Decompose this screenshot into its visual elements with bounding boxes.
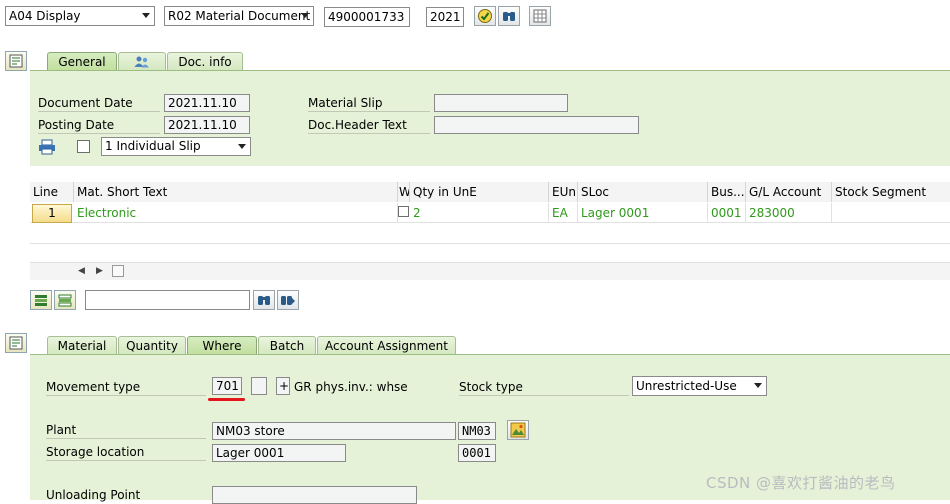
plant-label: Plant: [46, 421, 206, 439]
posting-date-field[interactable]: 2021.11.10: [164, 116, 250, 134]
tab-where[interactable]: Where: [187, 336, 257, 354]
document-year-field[interactable]: 2021: [426, 7, 464, 27]
doc-header-text-field[interactable]: [434, 116, 639, 134]
table-row: [30, 224, 950, 244]
action-select[interactable]: A04 Display: [5, 6, 155, 26]
row-w-cell: [398, 203, 410, 222]
doc-header-text-label: Doc.Header Text: [308, 116, 430, 134]
factory-picture-icon: [510, 422, 526, 438]
print-button[interactable]: [38, 139, 56, 158]
plant-code-field[interactable]: NM03: [458, 422, 496, 440]
storage-location-name-field: Lager 0001: [212, 444, 346, 462]
storage-location-label: Storage location: [46, 443, 206, 461]
document-date-field[interactable]: 2021.11.10: [164, 94, 250, 112]
collapse-panel-icon: [9, 54, 23, 68]
tab-batch[interactable]: Batch: [258, 336, 316, 354]
collapse-panel-icon: [9, 336, 23, 350]
stock-type-select[interactable]: Unrestricted-Use: [632, 376, 767, 396]
material-slip-field[interactable]: [434, 94, 568, 112]
table-find-next-button[interactable]: [277, 290, 299, 310]
col-line[interactable]: Line: [30, 182, 74, 202]
tab-general[interactable]: General: [47, 52, 117, 70]
red-underline-annotation: [208, 398, 245, 401]
printer-icon: [39, 139, 55, 155]
watermark-text: CSDN @喜欢打酱油的老鸟: [706, 474, 896, 492]
movement-type-text: GR phys.inv.: whse: [294, 380, 408, 394]
print-option-select[interactable]: 1 Individual Slip: [101, 137, 251, 156]
stock-type-label: Stock type: [459, 378, 629, 396]
print-checkbox[interactable]: [77, 140, 90, 153]
persons-icon: [134, 56, 149, 68]
unloading-point-field[interactable]: [212, 486, 417, 504]
deselect-all-button[interactable]: [54, 290, 76, 310]
row-eun: EA: [549, 203, 578, 223]
horizontal-scrollbar[interactable]: ◀ ▶: [30, 263, 950, 280]
stock-type-value: Unrestricted-Use: [636, 379, 737, 393]
col-sloc[interactable]: SLoc: [578, 182, 708, 202]
movement-indicator-field[interactable]: +: [276, 377, 290, 395]
storage-location-code-field[interactable]: 0001: [458, 444, 496, 462]
chevron-down-icon[interactable]: [301, 13, 309, 18]
row-stock-segment: [832, 203, 950, 223]
chevron-down-icon[interactable]: [142, 13, 150, 18]
select-all-icon: [35, 295, 47, 306]
row-qty: 2: [410, 203, 549, 223]
scroll-thumb[interactable]: [112, 265, 124, 277]
scroll-right-icon[interactable]: ▶: [96, 266, 103, 276]
plant-details-button[interactable]: [507, 420, 529, 440]
table-search-input[interactable]: [85, 290, 250, 310]
execute-check-icon: [478, 9, 492, 23]
execute-button[interactable]: [474, 6, 496, 26]
binoculars-icon: [258, 296, 270, 305]
col-eun[interactable]: EUn: [549, 182, 578, 202]
document-type-select[interactable]: R02 Material Document: [164, 6, 314, 26]
posting-date-label: Posting Date: [38, 116, 160, 134]
tab-doc-info[interactable]: Doc. info: [167, 52, 243, 70]
table-grid-icon: [533, 9, 547, 23]
col-w[interactable]: W: [398, 182, 410, 202]
unloading-point-label: Unloading Point: [46, 488, 141, 502]
overview-button[interactable]: [529, 6, 551, 26]
row-mat-short-text: Electronic: [74, 203, 398, 223]
tab-quantity[interactable]: Quantity: [118, 336, 186, 354]
collapse-header-button[interactable]: [5, 51, 27, 71]
select-all-button[interactable]: [30, 290, 52, 310]
movement-type-field[interactable]: 701: [212, 377, 242, 395]
row-w-checkbox[interactable]: [398, 206, 409, 217]
print-option-value: 1 Individual Slip: [105, 139, 201, 153]
binoculars-icon: [503, 12, 515, 21]
movement-special-stock-field[interactable]: [251, 377, 267, 395]
col-stock-segment[interactable]: Stock Segment: [832, 182, 950, 202]
tab-account-assignment[interactable]: Account Assignment: [317, 336, 456, 354]
items-table-header: Line Mat. Short Text W Qty in UnE EUn SL…: [30, 182, 950, 202]
find-button[interactable]: [498, 6, 520, 26]
scroll-left-icon[interactable]: ◀: [78, 266, 85, 276]
movement-type-label: Movement type: [46, 378, 206, 396]
row-line-cell[interactable]: 1: [30, 203, 74, 223]
collapse-detail-button[interactable]: [5, 333, 27, 353]
action-select-value: A04 Display: [9, 9, 81, 23]
table-row[interactable]: 1 Electronic 2 EA Lager 0001 0001 283000: [30, 203, 950, 223]
col-mat-short-text[interactable]: Mat. Short Text: [74, 182, 398, 202]
document-type-value: R02 Material Document: [168, 9, 311, 23]
col-gl-account[interactable]: G/L Account: [746, 182, 832, 202]
tab-partner[interactable]: [118, 52, 166, 70]
table-row: [30, 245, 950, 263]
binoculars-next-icon: [281, 296, 295, 305]
tab-material[interactable]: Material: [47, 336, 117, 354]
col-qty[interactable]: Qty in UnE: [410, 182, 549, 202]
plant-name-field: NM03 store: [212, 422, 456, 440]
chevron-down-icon[interactable]: [754, 383, 762, 388]
deselect-all-icon: [58, 294, 72, 307]
row-line-number[interactable]: 1: [32, 204, 72, 223]
col-bus[interactable]: Bus...: [708, 182, 746, 202]
document-number-field[interactable]: 4900001733: [324, 7, 410, 27]
table-find-button[interactable]: [253, 290, 275, 310]
row-sloc: Lager 0001: [578, 203, 708, 223]
document-date-label: Document Date: [38, 94, 160, 112]
material-slip-label: Material Slip: [308, 94, 430, 112]
row-gl-account: 283000: [746, 203, 832, 223]
chevron-down-icon[interactable]: [238, 144, 246, 149]
row-bus: 0001: [708, 203, 746, 223]
